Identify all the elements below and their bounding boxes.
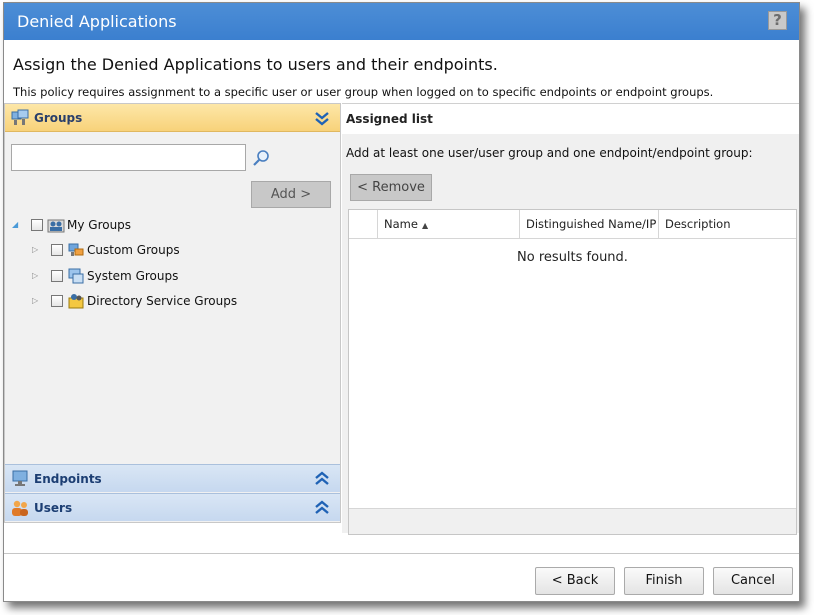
groups-accordion-header[interactable]: Groups — [5, 104, 340, 132]
search-icon[interactable] — [252, 149, 270, 167]
dialog-window: Denied Applications ? Assign the Denied … — [3, 2, 800, 602]
window-title: Denied Applications — [17, 12, 177, 31]
tree-node-system-groups[interactable]: ▷ System Groups — [32, 266, 332, 286]
tree-label: Custom Groups — [87, 243, 180, 257]
checkbox[interactable] — [51, 244, 63, 256]
endpoint-computer-icon — [12, 470, 28, 486]
remove-button[interactable]: < Remove — [350, 174, 432, 201]
add-button[interactable]: Add > — [251, 181, 331, 208]
checkbox[interactable] — [31, 219, 43, 231]
system-groups-icon — [68, 268, 84, 284]
assigned-list-title: Assigned list — [342, 104, 799, 134]
expand-triangle-icon[interactable]: ▷ — [32, 240, 42, 260]
groups-label: Groups — [34, 111, 83, 125]
column-name[interactable]: Name ▲ — [377, 210, 519, 239]
endpoints-accordion-header[interactable]: Endpoints — [5, 464, 340, 492]
directory-groups-icon — [68, 294, 84, 309]
tree-label: Directory Service Groups — [87, 294, 238, 308]
finish-button[interactable]: Finish — [624, 567, 704, 595]
group-folder-icon — [47, 219, 65, 233]
column-label: Name — [384, 217, 418, 231]
users-icon — [12, 500, 28, 516]
tree-label: My Groups — [67, 218, 132, 232]
expand-chevron-icon[interactable] — [314, 471, 330, 487]
users-accordion-header[interactable]: Users — [5, 493, 340, 521]
table-footer — [349, 508, 796, 534]
custom-groups-icon — [68, 243, 84, 256]
tree-label: System Groups — [87, 269, 179, 283]
cancel-button[interactable]: Cancel — [713, 567, 793, 595]
table-header: Name ▲ Distinguished Name/IP Description — [349, 210, 796, 239]
group-search-input[interactable] — [11, 144, 246, 171]
empty-message: No results found. — [517, 250, 628, 265]
title-bar: Denied Applications ? — [4, 3, 799, 40]
collapse-chevron-icon[interactable] — [314, 110, 330, 126]
selection-panel: Groups Add > ◢ My Groups ▷ Custom Groups… — [4, 103, 341, 523]
checkbox[interactable] — [51, 270, 63, 282]
assigned-list-table: Name ▲ Distinguished Name/IP Description … — [348, 209, 797, 535]
expand-triangle-icon[interactable]: ▷ — [32, 266, 42, 286]
users-label: Users — [34, 501, 73, 515]
collapse-triangle-icon[interactable]: ◢ — [12, 215, 22, 235]
tree-node-custom-groups[interactable]: ▷ Custom Groups — [32, 240, 332, 260]
column-distinguished-name[interactable]: Distinguished Name/IP — [519, 210, 658, 239]
expand-chevron-icon[interactable] — [314, 500, 330, 516]
column-label: Description — [665, 217, 731, 231]
back-button[interactable]: < Back — [535, 567, 615, 595]
groups-icon — [11, 109, 29, 125]
tree-node-my-groups[interactable]: ◢ My Groups — [12, 215, 332, 235]
help-button[interactable]: ? — [768, 11, 787, 30]
column-label: Distinguished Name/IP — [526, 217, 657, 231]
tree-node-directory-service-groups[interactable]: ▷ Directory Service Groups — [32, 291, 332, 311]
page-heading: Assign the Denied Applications to users … — [13, 55, 498, 74]
endpoints-label: Endpoints — [34, 472, 102, 486]
assigned-list-panel: Assigned list Add at least one user/user… — [342, 103, 799, 535]
column-description[interactable]: Description — [658, 210, 796, 239]
assigned-list-hint: Add at least one user/user group and one… — [346, 146, 753, 160]
footer-divider — [4, 553, 799, 554]
page-subheading: This policy requires assignment to a spe… — [13, 85, 714, 99]
checkbox[interactable] — [51, 295, 63, 307]
sort-ascending-icon: ▲ — [421, 221, 429, 230]
expand-triangle-icon[interactable]: ▷ — [32, 291, 42, 311]
